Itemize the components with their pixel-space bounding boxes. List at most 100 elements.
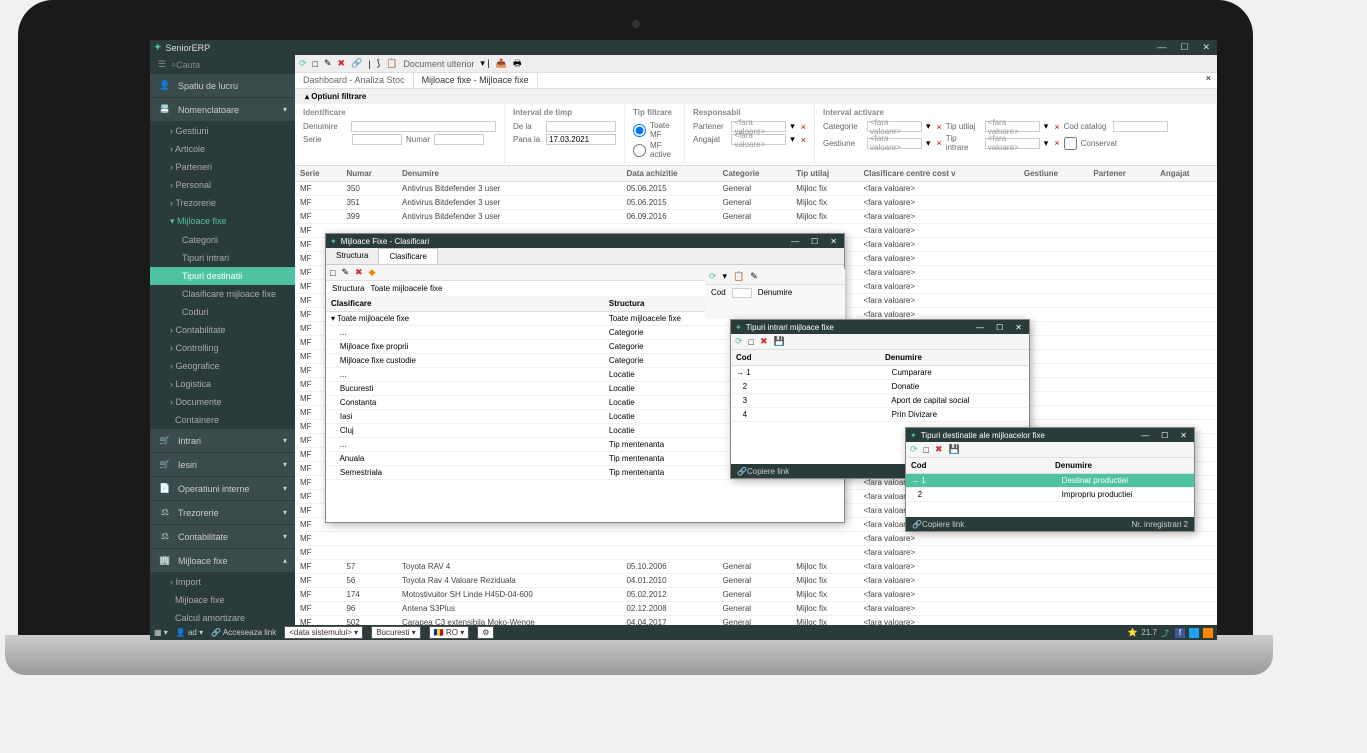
close-icon[interactable]: ✕	[827, 237, 840, 246]
edit-icon[interactable]: ✎	[750, 271, 758, 282]
minimize-icon[interactable]: —	[973, 323, 987, 332]
tab-close-icon[interactable]: ×	[1200, 73, 1217, 88]
sidebar-section-trezorerie2[interactable]: ⚖Trezorerie▾	[150, 501, 295, 525]
delete-icon[interactable]: ✖	[338, 58, 346, 69]
modal-titlebar[interactable]: ✦ Mijloace Fixe - Clasificari —☐✕	[326, 234, 844, 248]
table-row[interactable]: 2 Impropriu productiei	[906, 488, 1194, 502]
table-row[interactable]: → 1 Destinat productiei	[906, 474, 1194, 488]
column-header[interactable]: Data achizitie	[621, 166, 717, 182]
sidebar-item-controlling[interactable]: › Controlling	[150, 339, 295, 357]
column-header[interactable]: Clasificare centre cost v	[858, 166, 1018, 182]
copiere-link[interactable]: Copiere link	[747, 467, 789, 476]
sidebar-item-mf2[interactable]: Mijloace fixe	[150, 591, 295, 609]
sidebar-item-mijloace-fixe[interactable]: ▾ Mijloace fixe	[150, 212, 295, 231]
new-icon[interactable]: □	[924, 445, 929, 455]
clear-icon[interactable]: ×	[1054, 122, 1059, 132]
table-row[interactable]: 2 Donatie	[731, 380, 1029, 394]
minimize-icon[interactable]: —	[1154, 42, 1169, 53]
mf-active-radio[interactable]	[633, 144, 646, 157]
numar-input[interactable]	[434, 134, 484, 145]
column-header[interactable]: Serie	[295, 166, 341, 182]
maximize-icon[interactable]: ☐	[808, 237, 821, 246]
sidebar-item-import[interactable]: › Import	[150, 573, 295, 591]
refresh-icon[interactable]: ⟳	[735, 336, 743, 347]
save-icon[interactable]: 💾	[774, 336, 785, 347]
sidebar-item-gestiuni[interactable]: › Gestiuni	[150, 122, 295, 140]
refresh-icon[interactable]: ⟳	[299, 58, 307, 69]
delete-icon[interactable]: ✖	[760, 336, 768, 347]
close-icon[interactable]: ✕	[1177, 431, 1190, 440]
column-header[interactable]: Tip utilaj	[791, 166, 858, 182]
sidebar-section-contabilitate2[interactable]: ⚖Contabilitate▾	[150, 525, 295, 549]
column-header[interactable]: Numar	[341, 166, 397, 182]
save-icon[interactable]: 💾	[949, 444, 960, 455]
lang-select[interactable]: 🇷🇴 RO ▾	[429, 626, 469, 639]
sidebar-item-personal[interactable]: › Personal	[150, 176, 295, 194]
toate-mf-radio[interactable]	[633, 124, 646, 137]
table-row[interactable]: MF399Antivirus Bitdefender 3 user06.09.2…	[295, 210, 1217, 224]
star-icon[interactable]: ⭐	[1127, 628, 1137, 637]
table-row[interactable]: MF502Carapea C3 extensibila Moko-Wenge04…	[295, 616, 1217, 626]
close-icon[interactable]: ✕	[1199, 42, 1213, 53]
conservat-checkbox[interactable]	[1064, 137, 1077, 150]
copy-icon[interactable]: 📋	[733, 271, 744, 282]
sidebar-section-mijloace-fixe2[interactable]: 🏢Mijloace fixe▴	[150, 549, 295, 573]
table-row[interactable]: MF<fara valoare>	[295, 532, 1217, 546]
sidebar-item-tipuri-intrari[interactable]: Tipuri intrari	[150, 249, 295, 267]
dropdown-icon[interactable]: ▾	[1044, 138, 1049, 149]
dropdown-icon[interactable]: ▾	[790, 121, 795, 132]
doc-button[interactable]: Document ulterior	[403, 59, 474, 69]
tipintrare-select[interactable]: <fara valoare>	[985, 138, 1040, 149]
sidebar-item-geografice[interactable]: › Geografice	[150, 357, 295, 375]
column-header[interactable]: Denumire	[880, 350, 1029, 366]
clear-icon[interactable]: ×	[801, 135, 806, 145]
refresh-icon[interactable]: ⟳	[910, 444, 918, 455]
tiputilaj-select[interactable]: <fara valoare>	[985, 121, 1040, 132]
edit-icon[interactable]: ✎	[324, 58, 332, 69]
clipboard-icon[interactable]: 📋	[386, 58, 397, 69]
cod-input[interactable]	[732, 288, 752, 298]
sidebar-section-iesiri[interactable]: 🛒Iesiri▾	[150, 453, 295, 477]
minimize-icon[interactable]: —	[1138, 431, 1152, 440]
config-button[interactable]: ⚙	[477, 626, 494, 639]
column-header[interactable]: Cod	[731, 350, 880, 366]
dela-input[interactable]	[546, 121, 616, 132]
sidebar-item-logistica[interactable]: › Logistica	[150, 375, 295, 393]
delete-icon[interactable]: ✖	[355, 267, 363, 278]
menu-icon[interactable]: ☰	[158, 59, 166, 70]
table-row[interactable]: 3 Aport de capital social	[731, 394, 1029, 408]
maximize-icon[interactable]: ☐	[993, 323, 1006, 332]
location-select[interactable]: Bucuresti ▾	[371, 626, 421, 639]
sidebar-item-articole[interactable]: › Articole	[150, 140, 295, 158]
facebook-icon[interactable]: f	[1175, 628, 1185, 638]
tab-clasificare[interactable]: Clasificare	[378, 248, 437, 264]
close-icon[interactable]: ✕	[1012, 323, 1025, 332]
table-row[interactable]: 4 Prin Divizare	[731, 408, 1029, 422]
sidebar-item-containere[interactable]: Containere	[150, 411, 295, 429]
maximize-icon[interactable]: ☐	[1177, 42, 1191, 53]
modal-titlebar[interactable]: ✦ Tipuri destinatie ale mijloacelor fixe…	[906, 428, 1194, 442]
clear-icon[interactable]: ×	[1054, 138, 1059, 148]
dropdown-icon[interactable]: ▾	[926, 138, 931, 149]
sidebar-item-parteneri[interactable]: › Parteneri	[150, 158, 295, 176]
dropdown-icon[interactable]: ▾	[926, 121, 931, 132]
column-header[interactable]: Categorie	[718, 166, 792, 182]
table-row[interactable]: MF57Toyota RAV 405.10.2006GeneralMijloc …	[295, 560, 1217, 574]
sidebar-item-trezorerie[interactable]: › Trezorerie	[150, 194, 295, 212]
clear-icon[interactable]: ×	[937, 138, 942, 148]
table-row[interactable]: MF<fara valoare>	[295, 546, 1217, 560]
link-icon[interactable]: 🔗 Acceseaza link	[211, 628, 276, 637]
search-input[interactable]: Cauta	[176, 60, 200, 70]
table-row[interactable]: MF174Motostivuitor SH Linde H45D-04-6000…	[295, 588, 1217, 602]
column-header[interactable]: Clasificare	[326, 296, 604, 312]
new-icon[interactable]: □	[330, 268, 335, 278]
sidebar-section-intrari[interactable]: 🛒Intrari▾	[150, 429, 295, 453]
share-icon[interactable]: ⤴	[1161, 628, 1171, 638]
tab-dashboard[interactable]: Dashboard - Analiza Stoc	[295, 73, 414, 88]
twitter-icon[interactable]	[1189, 628, 1199, 638]
sidebar-item-tipuri-destinatii[interactable]: Tipuri destinatii	[150, 267, 295, 285]
codcatalog-input[interactable]	[1113, 121, 1168, 132]
column-header[interactable]: Cod	[906, 458, 1050, 474]
filter-icon[interactable]: ⟆	[377, 58, 381, 69]
column-header[interactable]: Angajat	[1155, 166, 1217, 182]
